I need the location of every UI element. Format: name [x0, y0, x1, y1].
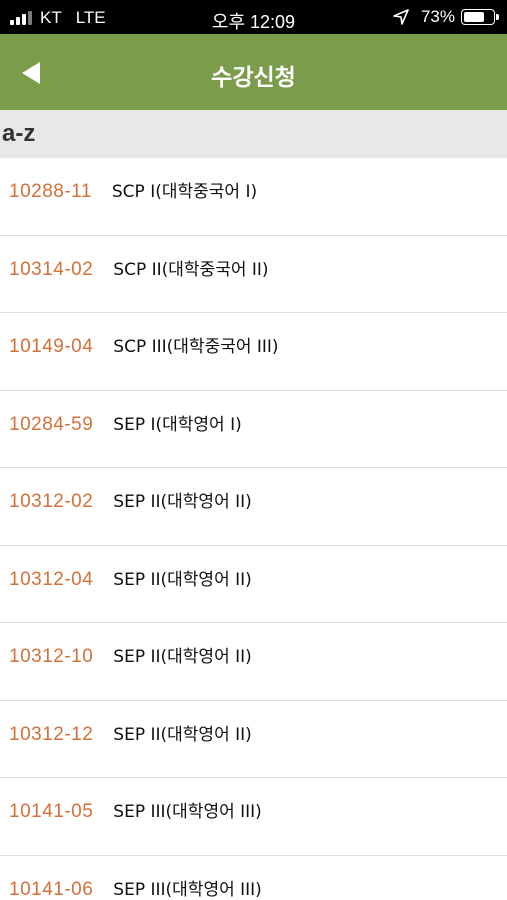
- course-name: SCP III(대학중국어 III): [113, 337, 279, 357]
- battery-fill: [464, 12, 484, 22]
- course-name: SEP I(대학영어 I): [113, 414, 242, 435]
- course-code: 10288-11: [9, 181, 92, 202]
- nav-bar: 수강신청: [0, 34, 507, 110]
- course-code: 10284-59: [9, 413, 94, 435]
- course-code: 10312-04: [9, 568, 94, 590]
- battery-icon: [461, 9, 499, 25]
- course-name: SEP III(대학영어 III): [113, 879, 262, 900]
- status-bar: KT LTE 오후 12:09 73%: [0, 0, 507, 34]
- course-row[interactable]: 10141-06 SEP III(대학영어 III): [0, 856, 507, 900]
- battery-percent: 73%: [420, 7, 455, 26]
- course-row[interactable]: 10141-05 SEP III(대학영어 III): [0, 778, 507, 856]
- page-title: 수강신청: [211, 65, 296, 91]
- course-name: SEP II(대학영어 II): [113, 647, 252, 667]
- course-code: 10312-12: [9, 723, 94, 745]
- course-row[interactable]: 10312-12 SEP II(대학영어 II): [0, 701, 507, 778]
- course-name: SEP II(대학영어 II): [113, 569, 252, 590]
- location-arrow-icon: [393, 9, 409, 25]
- course-row[interactable]: 10312-04 SEP II(대학영어 II): [0, 546, 507, 623]
- course-list: 10288-11 SCP I(대학중국어 I) 10314-02 SCP II(…: [0, 158, 507, 900]
- course-code: 10141-06: [9, 878, 94, 900]
- course-row[interactable]: 10288-11 SCP I(대학중국어 I): [0, 158, 507, 236]
- course-name: SCP II(대학중국어 II): [113, 259, 269, 280]
- course-code: 10312-10: [9, 646, 94, 667]
- course-code: 10149-04: [9, 336, 94, 357]
- course-row[interactable]: 10314-02 SCP II(대학중국어 II): [0, 236, 507, 313]
- status-right: 73%: [393, 7, 499, 27]
- course-code: 10314-02: [9, 258, 94, 280]
- course-row[interactable]: 10149-04 SCP III(대학중국어 III): [0, 313, 507, 391]
- course-row[interactable]: 10284-59 SEP I(대학영어 I): [0, 391, 507, 468]
- course-name: SCP I(대학중국어 I): [111, 182, 258, 202]
- course-code: 10312-02: [9, 491, 94, 512]
- course-name: SEP II(대학영어 II): [113, 724, 252, 745]
- course-name: SEP III(대학영어 III): [113, 802, 262, 822]
- course-code: 10141-05: [9, 801, 94, 822]
- course-name: SEP II(대학영어 II): [113, 492, 252, 512]
- section-header: a-z: [0, 110, 507, 158]
- course-row[interactable]: 10312-02 SEP II(대학영어 II): [0, 468, 507, 546]
- course-row[interactable]: 10312-10 SEP II(대학영어 II): [0, 623, 507, 701]
